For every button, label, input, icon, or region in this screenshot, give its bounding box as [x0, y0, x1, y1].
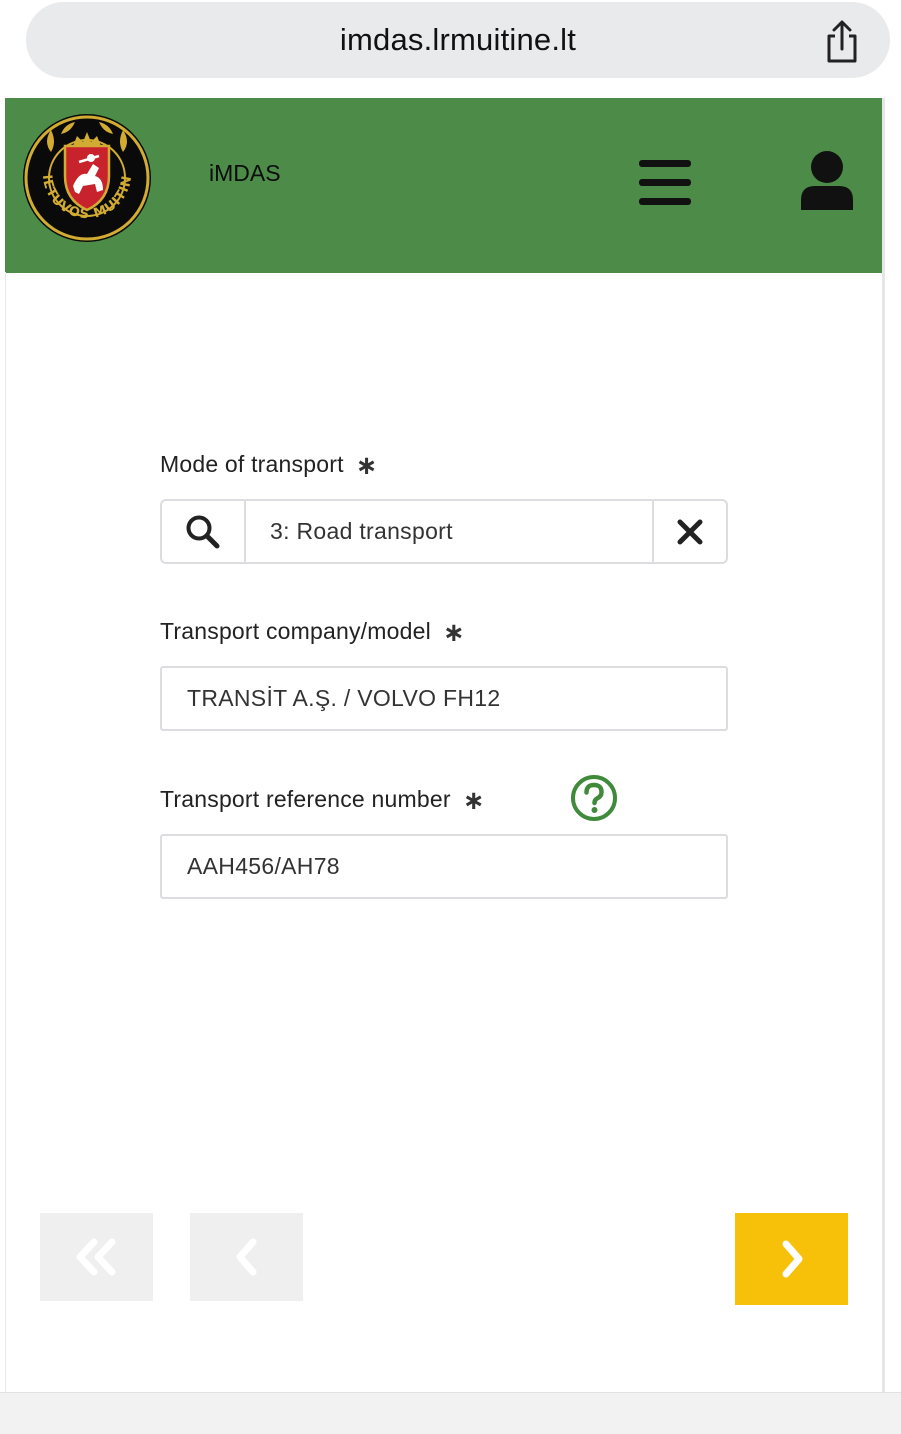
- page-frame-left: [5, 272, 6, 1392]
- chevron-left-icon: [236, 1238, 256, 1276]
- app-header: LIETUVOS MUITINĖ iMDAS: [5, 98, 882, 273]
- close-icon: [677, 519, 703, 544]
- chevron-right-icon: [782, 1240, 802, 1278]
- first-page-button[interactable]: [40, 1213, 153, 1301]
- search-icon: [186, 515, 220, 548]
- share-icon[interactable]: [822, 20, 862, 64]
- transport-company-label: Transport company/model ∗: [160, 616, 465, 647]
- search-button[interactable]: [162, 501, 246, 562]
- double-chevron-left-icon: [76, 1238, 115, 1276]
- transport-company-input[interactable]: [160, 666, 728, 731]
- app-title: iMDAS: [209, 160, 281, 186]
- bottom-bar: [0, 1392, 901, 1434]
- page-frame-right: [882, 98, 885, 1394]
- mode-of-transport-field: [160, 499, 728, 564]
- transport-reference-input[interactable]: [160, 834, 728, 899]
- next-button[interactable]: [735, 1213, 848, 1305]
- screen: imdas.lrmuitine.lt IETUVOS MUITIN iMDAS …: [0, 0, 901, 1434]
- user-icon[interactable]: [799, 150, 855, 212]
- previous-button[interactable]: [190, 1213, 303, 1301]
- browser-url-bar[interactable]: imdas.lrmuitine.lt: [26, 2, 890, 78]
- mode-of-transport-input[interactable]: [246, 501, 652, 562]
- url-text: imdas.lrmuitine.lt: [339, 22, 577, 57]
- question-circle-icon[interactable]: [570, 774, 618, 822]
- required-mark: ∗: [462, 784, 485, 815]
- mode-of-transport-label: Mode of transport ∗: [160, 449, 378, 480]
- required-mark: ∗: [355, 449, 378, 480]
- hamburger-menu-icon[interactable]: [639, 158, 693, 206]
- required-mark: ∗: [442, 616, 465, 647]
- clear-button[interactable]: [652, 501, 726, 562]
- transport-reference-label: Transport reference number ∗: [160, 784, 485, 815]
- customs-logo: LIETUVOS MUITINĖ: [21, 112, 151, 242]
